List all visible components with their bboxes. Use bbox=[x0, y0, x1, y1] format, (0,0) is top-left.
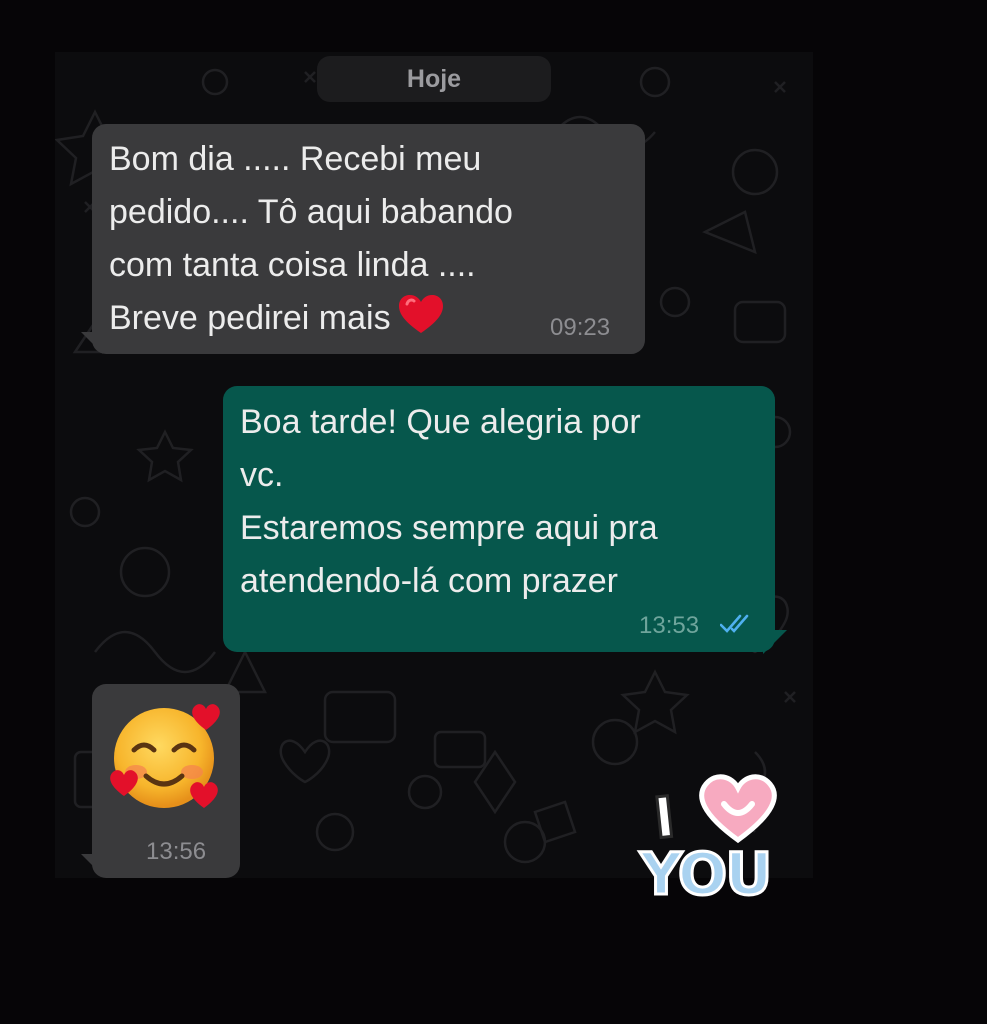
message-text: Boa tarde! Que alegria por vc. Estaremos… bbox=[240, 403, 658, 600]
red-heart-icon bbox=[398, 295, 443, 333]
outgoing-message-bubble[interactable]: Boa tarde! Que alegria por vc. Estaremos… bbox=[223, 386, 775, 652]
message-time: 13:56 bbox=[146, 838, 207, 865]
incoming-message-bubble[interactable]: Bom dia ..... Recebi meu pedido.... Tô a… bbox=[92, 124, 645, 354]
message-text-content: Bom dia ..... Recebi meu pedido.... Tô a… bbox=[109, 140, 513, 337]
date-separator: Hoje bbox=[317, 56, 551, 102]
smiling-face-with-hearts-icon bbox=[110, 704, 220, 808]
read-receipt-icon bbox=[720, 614, 749, 633]
sticker-text-you: YOU bbox=[638, 839, 773, 910]
i-love-you-sticker: I YOU bbox=[638, 768, 805, 918]
message-time: 13:53 bbox=[639, 612, 700, 639]
screenshot-stage: Hoje Bom dia ..... Recebi meu pedido....… bbox=[0, 0, 987, 1024]
message-text: Bom dia ..... Recebi meu pedido.... Tô a… bbox=[109, 133, 513, 345]
message-time: 09:23 bbox=[550, 314, 611, 341]
